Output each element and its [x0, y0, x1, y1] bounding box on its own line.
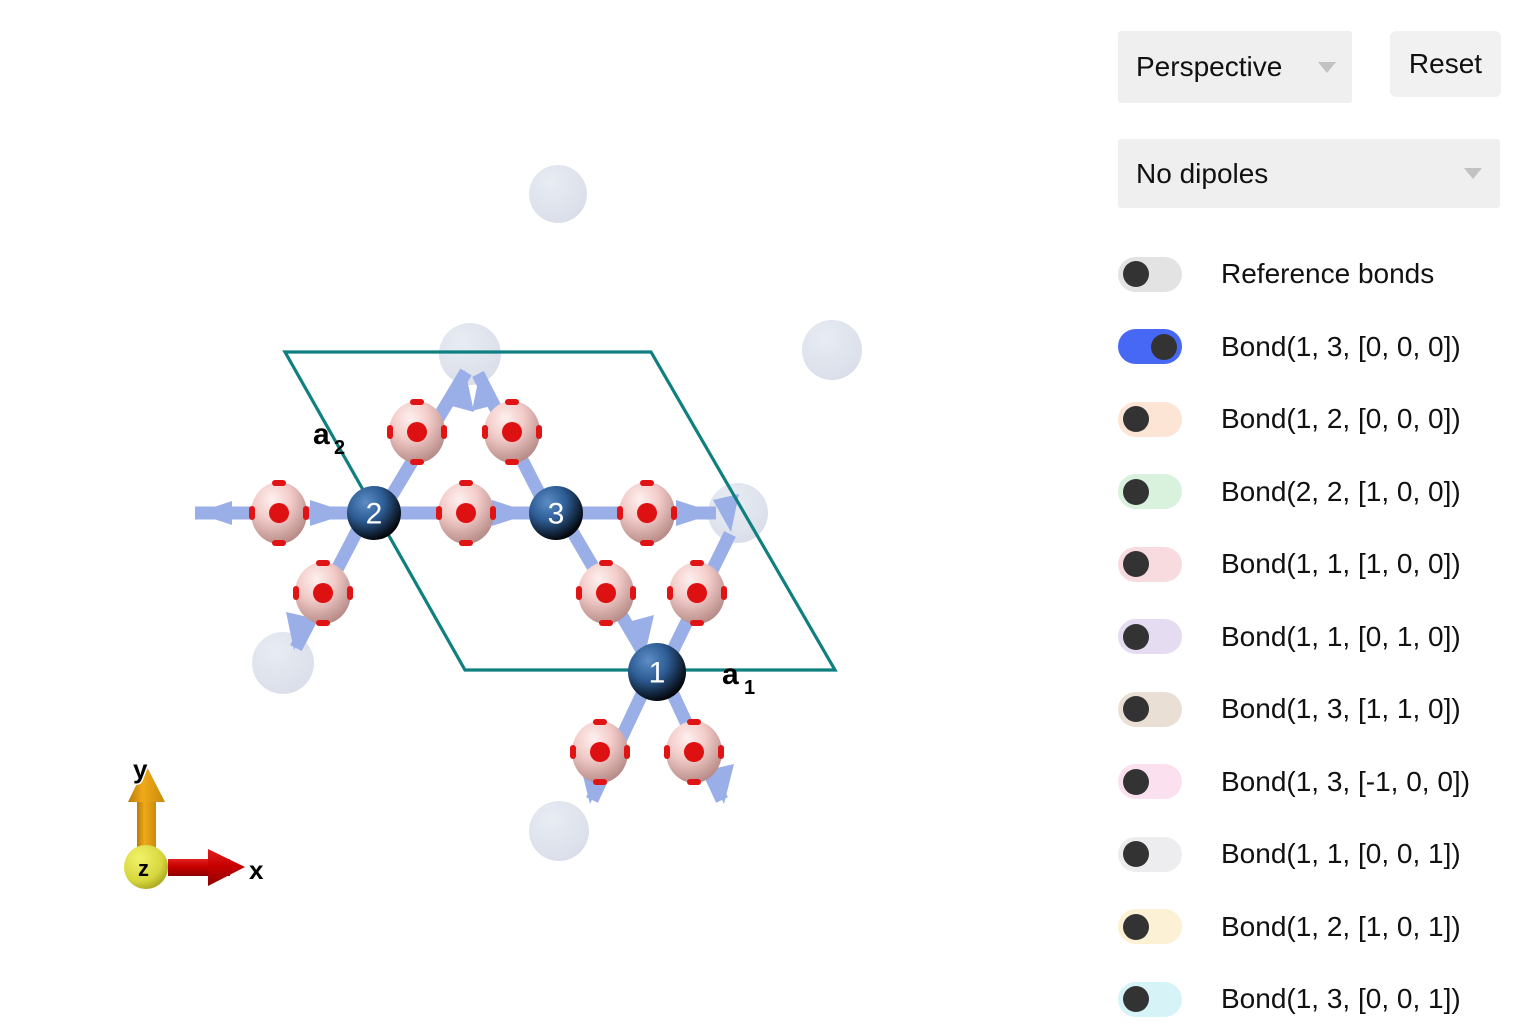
legend-item-2[interactable]: Bond(1, 2, [0, 0, 0]) [1118, 383, 1536, 456]
arrowhead-icon [310, 500, 350, 526]
legend-toggle-4[interactable] [1118, 546, 1182, 582]
toolbar-top-row: Perspective Reset [1118, 31, 1501, 103]
chevron-down-icon [1464, 168, 1482, 179]
gizmo-z-label: z [138, 856, 149, 881]
crystal-structure-viewport[interactable]: a 2 a 1 2 3 1 y x z [0, 0, 1100, 1024]
legend-toggle-3[interactable] [1118, 474, 1182, 510]
toggle-knob [1151, 333, 1177, 360]
atom-label: 3 [548, 498, 565, 531]
legend-label-10: Bond(1, 3, [0, 0, 1]) [1221, 983, 1461, 1015]
lattice-vector-a2-label: a 2 [313, 418, 345, 459]
lattice-vector-a1-label: a 1 [722, 658, 755, 699]
ghost-atom [708, 483, 768, 543]
atom-label: 1 [649, 657, 666, 690]
a2-letter: a [313, 418, 330, 451]
toggle-knob [1123, 623, 1149, 650]
app-root: a 2 a 1 2 3 1 y x z Perspective Reset No… [0, 0, 1536, 1024]
toggle-knob [1123, 913, 1149, 940]
legend-toggle-7[interactable] [1118, 764, 1182, 800]
dipole-select-value: No dipoles [1136, 157, 1269, 189]
bond-legend-list: Reference bonds Bond(1, 3, [0, 0, 0]) Bo… [1118, 238, 1536, 1024]
legend-toggle-1[interactable] [1118, 329, 1182, 365]
bond-markers-group [249, 399, 727, 785]
legend-item-4[interactable]: Bond(1, 1, [1, 0, 0]) [1118, 528, 1536, 601]
toggle-knob [1123, 261, 1149, 288]
legend-label-7: Bond(1, 3, [-1, 0, 0]) [1221, 765, 1471, 797]
atom-3[interactable]: 3 [529, 486, 583, 540]
bond-marker [436, 480, 496, 546]
toggle-knob [1123, 696, 1149, 723]
chevron-down-icon [1318, 61, 1336, 73]
gizmo-x-label: x [249, 855, 264, 885]
toggle-knob [1123, 841, 1149, 868]
orientation-gizmo[interactable]: y x z [124, 753, 266, 889]
legend-item-8[interactable]: Bond(1, 1, [0, 0, 1]) [1118, 818, 1536, 891]
legend-toggle-8[interactable] [1118, 836, 1182, 872]
projection-select-value: Perspective [1136, 51, 1283, 82]
atom-2[interactable]: 2 [347, 486, 401, 540]
legend-label-6: Bond(1, 3, [1, 1, 0]) [1221, 693, 1461, 725]
legend-item-10[interactable]: Bond(1, 3, [0, 0, 1]) [1118, 963, 1536, 1024]
dipole-select[interactable]: No dipoles [1118, 139, 1500, 208]
legend-item-1[interactable]: Bond(1, 3, [0, 0, 0]) [1118, 311, 1536, 384]
legend-label-1: Bond(1, 3, [0, 0, 0]) [1221, 330, 1461, 362]
ghost-atom [802, 320, 862, 380]
a2-subscript: 2 [334, 437, 345, 459]
toggle-knob [1123, 478, 1149, 505]
legend-toggle-10[interactable] [1118, 981, 1182, 1017]
bond-marker [617, 480, 677, 546]
legend-item-9[interactable]: Bond(1, 2, [1, 0, 1]) [1118, 891, 1536, 964]
a1-letter: a [722, 658, 739, 691]
legend-toggle-5[interactable] [1118, 619, 1182, 655]
projection-select[interactable]: Perspective [1118, 31, 1352, 103]
legend-item-5[interactable]: Bond(1, 1, [0, 1, 0]) [1118, 601, 1536, 674]
gizmo-x-arrowhead-icon [208, 849, 245, 886]
legend-toggle-9[interactable] [1118, 909, 1182, 945]
toggle-knob [1123, 406, 1149, 433]
legend-label-2: Bond(1, 2, [0, 0, 0]) [1221, 403, 1461, 435]
ghost-atom [529, 801, 589, 861]
atom-label: 2 [366, 498, 383, 531]
legend-label-5: Bond(1, 1, [0, 1, 0]) [1221, 620, 1461, 652]
toggle-knob [1123, 986, 1149, 1013]
arrowhead-icon [492, 500, 532, 526]
legend-toggle-0[interactable] [1118, 256, 1182, 292]
atom-1[interactable]: 1 [628, 643, 686, 701]
legend-toggle-6[interactable] [1118, 691, 1182, 727]
legend-item-7[interactable]: Bond(1, 3, [-1, 0, 0]) [1118, 746, 1536, 819]
legend-item-0[interactable]: Reference bonds [1118, 238, 1536, 311]
legend-label-8: Bond(1, 1, [0, 0, 1]) [1221, 838, 1461, 870]
a1-subscript: 1 [744, 677, 755, 699]
gizmo-y-label: y [133, 754, 148, 784]
legend-toggle-2[interactable] [1118, 401, 1182, 437]
legend-label-9: Bond(1, 2, [1, 0, 1]) [1221, 910, 1461, 942]
controls-panel: Perspective Reset No dipoles Reference b… [1100, 0, 1536, 1024]
toggle-knob [1123, 551, 1149, 578]
bond-marker [249, 480, 309, 546]
toggle-knob [1123, 768, 1149, 795]
legend-label-0: Reference bonds [1221, 258, 1435, 290]
crystal-scene[interactable]: a 2 a 1 2 3 1 y x z [0, 0, 1100, 1024]
reset-button[interactable]: Reset [1390, 31, 1501, 97]
legend-item-3[interactable]: Bond(2, 2, [1, 0, 0]) [1118, 456, 1536, 529]
legend-label-4: Bond(1, 1, [1, 0, 0]) [1221, 548, 1461, 580]
arrowhead-icon [196, 501, 232, 525]
legend-item-6[interactable]: Bond(1, 3, [1, 1, 0]) [1118, 673, 1536, 746]
legend-label-3: Bond(2, 2, [1, 0, 0]) [1221, 475, 1461, 507]
